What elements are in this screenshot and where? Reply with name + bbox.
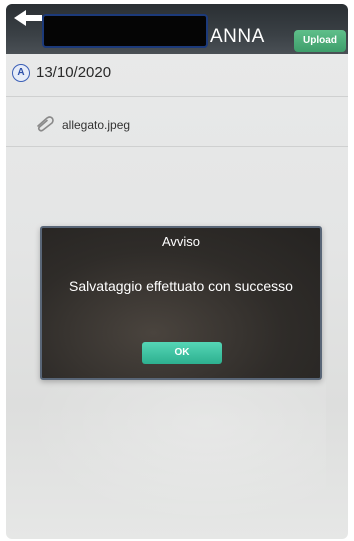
avatar: A	[12, 64, 30, 82]
phone-screen: ANNA Upload A 13/10/2020 allegato.jpeg A…	[6, 4, 348, 539]
redacted-block	[44, 16, 206, 46]
alert-dialog: Avviso Salvataggio effettuato con succes…	[40, 226, 322, 380]
divider	[6, 146, 348, 147]
message-date: 13/10/2020	[36, 64, 112, 81]
message-date-row: A 13/10/2020	[6, 60, 348, 90]
back-arrow-icon[interactable]	[8, 6, 48, 34]
attachment-item[interactable]: allegato.jpeg	[6, 108, 348, 144]
attachment-filename[interactable]: allegato.jpeg	[62, 118, 130, 132]
dialog-message: Salvataggio effettuato con successo	[69, 278, 293, 294]
dialog-title: Avviso	[161, 234, 201, 249]
paperclip-icon	[37, 116, 54, 132]
ok-button[interactable]: OK	[142, 342, 222, 364]
app-header: ANNA Upload	[6, 4, 348, 54]
divider	[6, 96, 348, 97]
contact-name: ANNA	[210, 26, 265, 47]
upload-button[interactable]: Upload	[294, 30, 346, 52]
